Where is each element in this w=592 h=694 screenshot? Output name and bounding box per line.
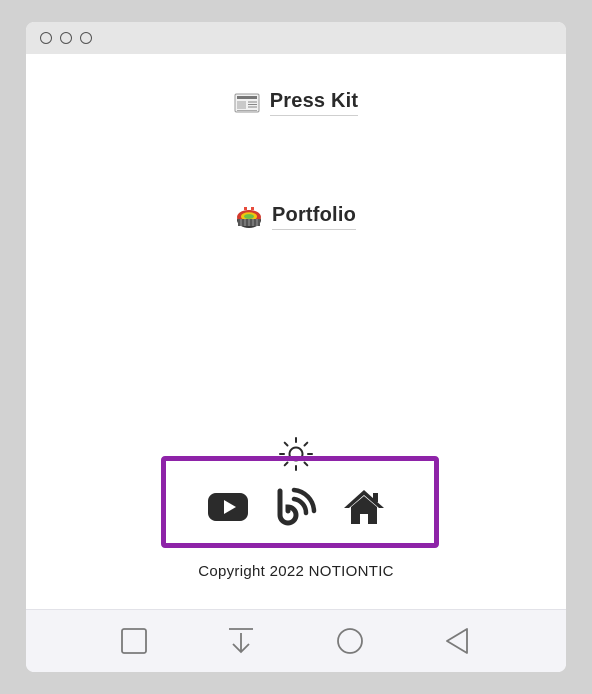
title-bar [26,22,566,54]
back-triangle-icon[interactable] [442,626,472,656]
portfolio-link[interactable]: Portfolio [26,204,566,230]
blog-feed-icon[interactable] [274,485,318,529]
portfolio-label[interactable]: Portfolio [271,204,356,230]
youtube-icon[interactable] [206,485,250,529]
square-icon[interactable] [119,626,149,656]
circle-icon[interactable] [335,626,365,656]
home-icon[interactable] [342,485,386,529]
download-icon[interactable] [226,626,256,656]
press-kit-link[interactable]: Press Kit [26,90,566,116]
page-content: Press Kit Portfolio Copyright 2022 NOTIO… [26,54,566,609]
copyright-text: Copyright 2022 NOTIONTIC [198,563,394,580]
window-maximize-dot[interactable] [80,32,92,44]
stadium-icon [236,204,262,230]
press-kit-label[interactable]: Press Kit [269,90,359,116]
window-close-dot[interactable] [40,32,52,44]
newspaper-icon [234,90,260,116]
window-minimize-dot[interactable] [60,32,72,44]
browser-window: Press Kit Portfolio Copyright 2022 NOTIO… [26,22,566,672]
social-links-box [161,456,439,548]
bottom-nav-bar [26,609,566,672]
